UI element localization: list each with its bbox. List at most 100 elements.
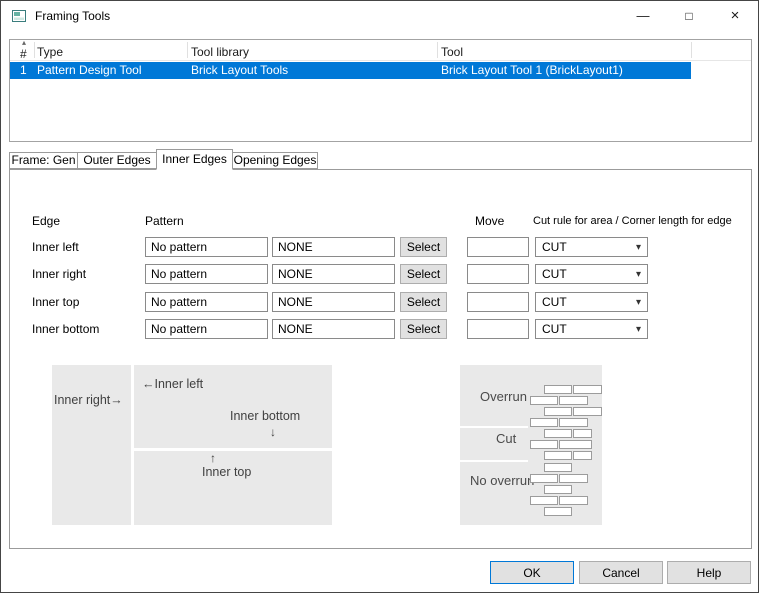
label-inner-right: Inner right→ xyxy=(54,393,123,407)
tool-row-selected[interactable]: 1 Pattern Design Tool Brick Layout Tools… xyxy=(10,62,691,79)
pattern-field: No pattern xyxy=(145,319,268,339)
brick xyxy=(530,396,558,405)
column-separator xyxy=(691,42,692,58)
header-pattern: Pattern xyxy=(145,214,184,228)
framing-tools-dialog: Framing Tools — □ × ▴ # Type Tool librar… xyxy=(0,0,759,593)
pattern-field: No pattern xyxy=(145,264,268,284)
move-input[interactable] xyxy=(467,237,529,257)
column-separator xyxy=(187,42,188,58)
arrow-down-icon: ↓ xyxy=(270,425,276,439)
brick xyxy=(573,407,602,416)
column-header-library[interactable]: Tool library xyxy=(191,45,249,59)
brick xyxy=(559,396,588,405)
brick xyxy=(544,463,572,472)
diagram-left-strip xyxy=(52,365,131,525)
pattern-name-field: NONE xyxy=(272,264,395,284)
pattern-name-field: NONE xyxy=(272,292,395,312)
brick xyxy=(544,407,572,416)
cut-rule-value: CUT xyxy=(542,240,567,254)
titlebar: Framing Tools — □ × xyxy=(1,1,758,31)
framing-tools-app-icon xyxy=(11,8,27,24)
label-inner-top: Inner top xyxy=(202,465,251,479)
header-edge: Edge xyxy=(32,214,60,228)
column-separator xyxy=(437,42,438,58)
edge-legend-diagram: Inner right→ ←Inner left Inner bottom ↓ … xyxy=(52,365,332,525)
edge-row-label: Inner bottom xyxy=(32,319,99,339)
cut-rule-value: CUT xyxy=(542,267,567,281)
brick xyxy=(544,507,572,516)
label-cut: Cut xyxy=(496,431,516,446)
brick xyxy=(544,485,572,494)
brick xyxy=(559,418,588,427)
brick xyxy=(573,385,602,394)
header-cut-rule: Cut rule for area / Corner length for ed… xyxy=(533,215,732,227)
tab-opening-edges[interactable]: Opening Edges xyxy=(232,152,318,169)
brick xyxy=(544,451,572,460)
pattern-name-field: NONE xyxy=(272,319,395,339)
cut-rule-dropdown[interactable]: CUT ▾ xyxy=(535,292,648,312)
tool-row-library: Brick Layout Tools xyxy=(191,62,288,79)
column-header-num[interactable]: # xyxy=(20,47,27,61)
section-divider xyxy=(460,460,528,462)
select-pattern-button[interactable]: Select xyxy=(400,319,447,339)
chevron-down-icon: ▾ xyxy=(636,266,641,283)
pattern-field: No pattern xyxy=(145,292,268,312)
tab-outer-edges[interactable]: Outer Edges xyxy=(77,152,157,169)
edge-row-label: Inner right xyxy=(32,264,86,284)
column-header-tool[interactable]: Tool xyxy=(441,45,463,59)
column-separator xyxy=(34,42,35,58)
pattern-name-field: NONE xyxy=(272,237,395,257)
header-move: Move xyxy=(475,214,504,228)
cancel-button[interactable]: Cancel xyxy=(579,561,663,584)
help-button[interactable]: Help xyxy=(667,561,751,584)
chevron-down-icon: ▾ xyxy=(636,294,641,311)
move-input[interactable] xyxy=(467,292,529,312)
brick xyxy=(544,429,572,438)
cut-rule-dropdown[interactable]: CUT ▾ xyxy=(535,237,648,257)
brick xyxy=(544,385,572,394)
select-pattern-button[interactable]: Select xyxy=(400,237,447,257)
brick xyxy=(530,496,558,505)
close-button[interactable]: × xyxy=(712,1,758,31)
tool-list: ▴ # Type Tool library Tool 1 Pattern Des… xyxy=(9,39,752,142)
brick xyxy=(530,474,558,483)
tool-list-header[interactable]: ▴ # Type Tool library Tool xyxy=(10,40,751,61)
move-input[interactable] xyxy=(467,264,529,284)
cut-rule-value: CUT xyxy=(542,322,567,336)
brick xyxy=(559,496,588,505)
tool-row-type: Pattern Design Tool xyxy=(37,62,142,79)
tool-row-num: 1 xyxy=(20,62,27,79)
brick xyxy=(530,418,558,427)
brick xyxy=(573,429,592,438)
tab-frame-gen[interactable]: Frame: Gen xyxy=(9,152,78,169)
cut-rule-dropdown[interactable]: CUT ▾ xyxy=(535,319,648,339)
label-no-overrun: No overrun xyxy=(470,473,534,488)
brick xyxy=(559,440,592,449)
ok-button[interactable]: OK xyxy=(490,561,574,584)
diagram-bottom-area xyxy=(134,451,332,525)
label-inner-bottom: Inner bottom xyxy=(230,409,300,423)
pattern-field: No pattern xyxy=(145,237,268,257)
cut-rule-value: CUT xyxy=(542,295,567,309)
label-overrun: Overrun xyxy=(480,389,527,404)
minimize-button[interactable]: — xyxy=(620,1,666,31)
edge-row-label: Inner top xyxy=(32,292,79,312)
cut-rule-legend-diagram: Overrun Cut No overrun xyxy=(460,365,602,525)
cut-rule-dropdown[interactable]: CUT ▾ xyxy=(535,264,648,284)
inner-edges-panel: Edge Pattern Move Cut rule for area / Co… xyxy=(9,169,752,549)
label-inner-left: ←Inner left xyxy=(142,377,203,391)
arrow-up-icon: ↑ xyxy=(210,451,216,465)
brick xyxy=(530,440,558,449)
maximize-button[interactable]: □ xyxy=(666,1,712,31)
window-title: Framing Tools xyxy=(35,9,110,23)
tab-inner-edges[interactable]: Inner Edges xyxy=(156,149,233,170)
select-pattern-button[interactable]: Select xyxy=(400,264,447,284)
chevron-down-icon: ▾ xyxy=(636,321,641,338)
select-pattern-button[interactable]: Select xyxy=(400,292,447,312)
brick xyxy=(559,474,588,483)
column-header-type[interactable]: Type xyxy=(37,45,63,59)
section-divider xyxy=(460,426,528,428)
tool-row-tool: Brick Layout Tool 1 (BrickLayout1) xyxy=(441,62,623,79)
move-input[interactable] xyxy=(467,319,529,339)
sort-ascending-icon: ▴ xyxy=(22,38,26,47)
